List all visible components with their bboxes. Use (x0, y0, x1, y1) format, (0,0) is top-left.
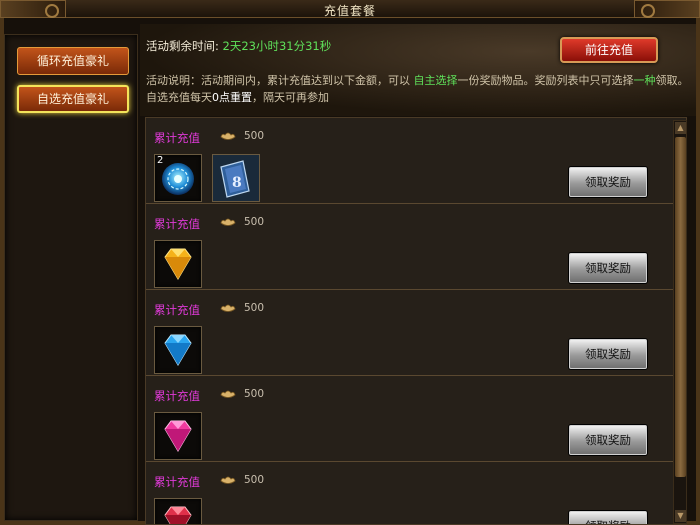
sidebar: 循环充值豪礼 自选充值豪礼 (4, 34, 138, 521)
reward-item-slot[interactable]: 2 (154, 154, 202, 202)
reward-list: 累计充值 500 2 8 领取奖励 累计充值 500 领取奖励 累计充值 500… (145, 117, 687, 525)
reward-row: 累计充值 500 领取奖励 (146, 290, 674, 376)
skill-book-icon: 8 (213, 155, 259, 201)
event-timer: 活动剩余时间: 2天23小时31分31秒 (146, 38, 331, 54)
reward-item-slot[interactable] (154, 498, 202, 524)
reward-label: 累计充值 (154, 131, 200, 145)
nav-cyclic-recharge[interactable]: 循环充值豪礼 (17, 47, 129, 75)
reward-item-slot[interactable] (154, 326, 202, 374)
nav-optional-recharge[interactable]: 自选充值豪礼 (17, 85, 129, 113)
reward-amount: 500 (244, 216, 265, 228)
title-ornament-right (634, 0, 700, 18)
event-header: 活动剩余时间: 2天23小时31分31秒 前往充值 活动说明：活动期间内，累计充… (140, 24, 696, 116)
timer-label: 活动剩余时间: (146, 39, 219, 53)
reward-amount: 500 (244, 388, 265, 400)
desc-highlight: 0点重置 (212, 91, 252, 104)
desc-highlight: 一种 (633, 74, 656, 87)
claim-reward-button[interactable]: 领取奖励 (569, 425, 647, 455)
event-description: 活动说明：活动期间内，累计充值达到以下金额，可以 自主选择一份奖励物品。奖励列表… (146, 72, 696, 106)
item-count: 2 (157, 155, 164, 166)
svg-text:8: 8 (232, 175, 242, 191)
reward-amount: 500 (244, 302, 265, 314)
scroll-thumb[interactable] (675, 137, 686, 477)
reward-item-slot[interactable]: 8 (212, 154, 260, 202)
gold-ingot-icon (220, 476, 236, 484)
scroll-up-icon[interactable]: ▲ (675, 122, 686, 134)
gold-ingot-icon (220, 218, 236, 226)
gold-ingot-icon (220, 390, 236, 398)
pink-gem-icon (164, 420, 192, 452)
list-scrollbar[interactable]: ▲ ▼ (673, 120, 687, 524)
claim-reward-button[interactable]: 领取奖励 (569, 253, 647, 283)
reward-item-slot[interactable] (154, 240, 202, 288)
title-bar: 充值套餐 (0, 0, 700, 18)
window-title: 充值套餐 (323, 4, 376, 18)
red-gem-icon (164, 506, 192, 524)
gold-ingot-icon (220, 304, 236, 312)
go-recharge-button[interactable]: 前往充值 (560, 37, 658, 63)
reward-row: 累计充值 500 领取奖励 (146, 462, 674, 524)
gold-ingot-icon (220, 132, 236, 140)
reward-amount: 500 (244, 130, 265, 142)
blue-gem-icon (164, 334, 192, 366)
reward-label: 累计充值 (154, 475, 200, 489)
reward-amount: 500 (244, 474, 265, 486)
reward-row: 累计充值 500 领取奖励 (146, 376, 674, 462)
yellow-gem-icon (164, 248, 192, 280)
claim-reward-button[interactable]: 领取奖励 (569, 511, 647, 524)
desc-text: 活动说明：活动期间内，累计充值达到以下金额，可以 (146, 74, 410, 87)
reward-row: 累计充值 500 2 8 领取奖励 (146, 118, 674, 204)
timer-value: 2天23小时31分31秒 (222, 39, 332, 53)
desc-highlight: 自主选择 (413, 74, 458, 87)
reward-item-slot[interactable] (154, 412, 202, 460)
reward-label: 累计充值 (154, 217, 200, 231)
desc-text: 一份奖励物品。奖励列表中只可选择 (457, 74, 634, 87)
reward-label: 累计充值 (154, 389, 200, 403)
reward-label: 累计充值 (154, 303, 200, 317)
claim-reward-button[interactable]: 领取奖励 (569, 167, 647, 197)
scroll-down-icon[interactable]: ▼ (675, 510, 686, 522)
reward-row: 累计充值 500 领取奖励 (146, 204, 674, 290)
claim-reward-button[interactable]: 领取奖励 (569, 339, 647, 369)
desc-text: ，隔天可再参加 (252, 91, 329, 104)
